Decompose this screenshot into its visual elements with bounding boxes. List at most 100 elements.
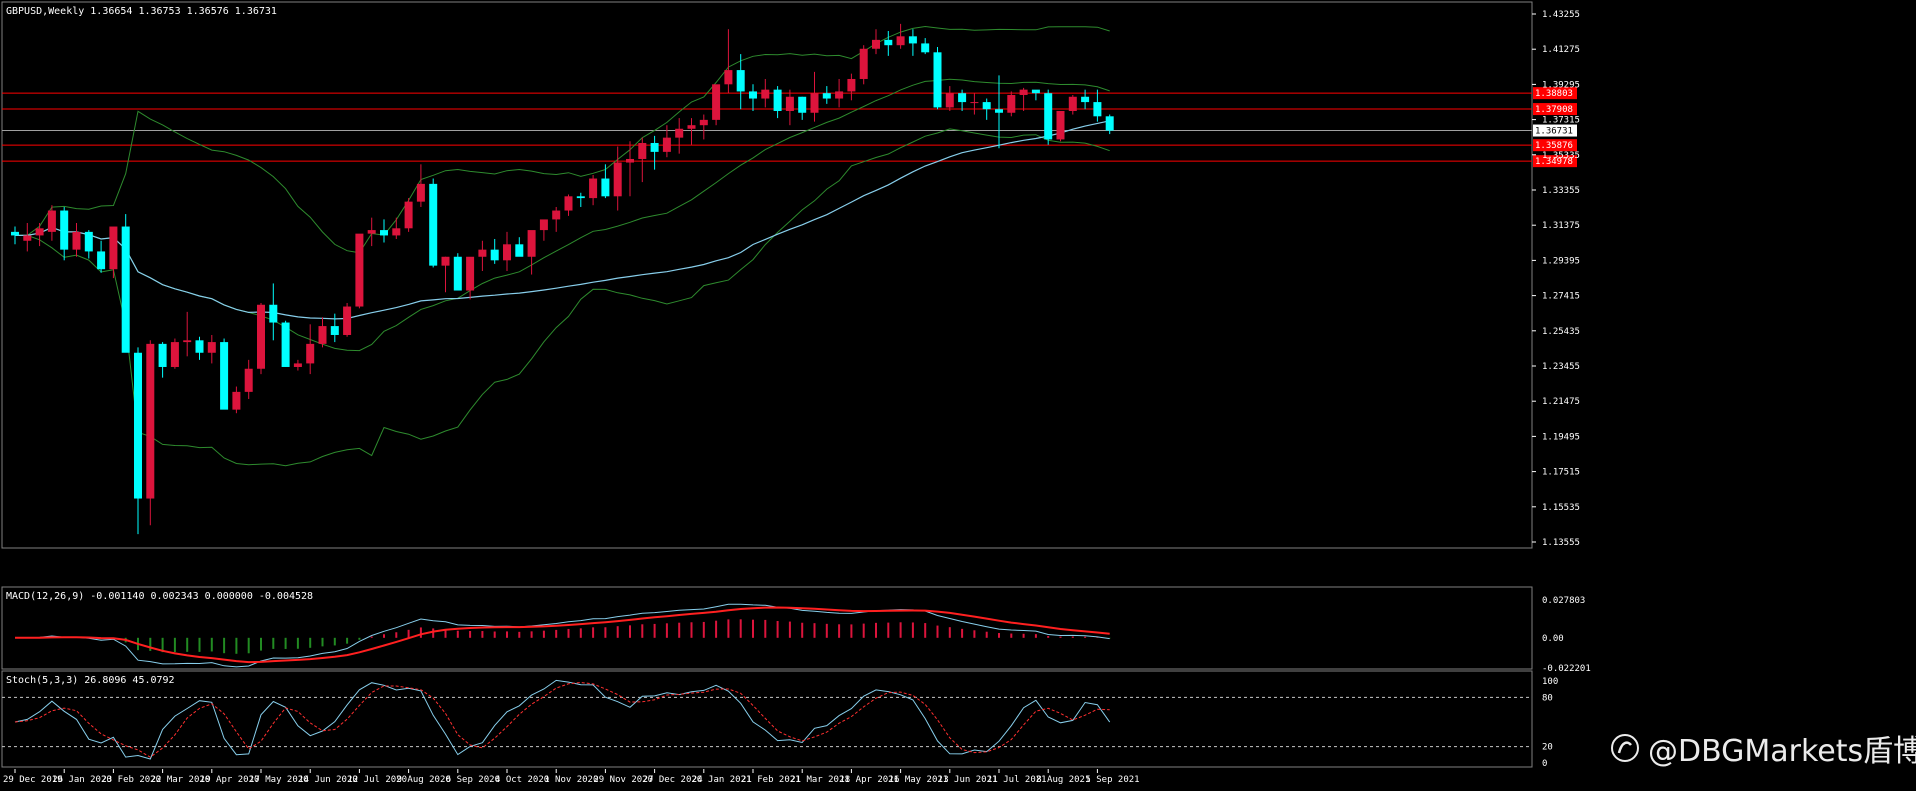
candle [158, 342, 167, 378]
candle-body [847, 78, 856, 92]
stoch-axis: 100 80 20 0 [1542, 677, 1558, 769]
candle [134, 347, 142, 535]
candle-body [318, 326, 327, 344]
candle-body [441, 256, 450, 266]
candle [60, 206, 69, 261]
candle [687, 118, 696, 145]
candle-body [72, 231, 81, 250]
candle-body [822, 93, 831, 99]
price-tick-label: 1.43255 [1542, 10, 1580, 20]
candle [822, 86, 831, 104]
candle [675, 118, 684, 154]
candle [970, 93, 979, 115]
candle-body [945, 93, 954, 108]
candle [1056, 110, 1065, 142]
candle [589, 174, 598, 206]
bollinger-lower [15, 128, 1110, 467]
time-axis: 29 Dec 201926 Jan 202023 Feb 202022 Mar … [3, 769, 1140, 785]
candle-body [687, 125, 696, 129]
candle [662, 125, 671, 158]
candle-body [367, 230, 376, 234]
price-tick-label: 1.19495 [1542, 432, 1580, 442]
price-tick-label: 1.39295 [1542, 80, 1580, 90]
stoch-tick-label: 100 [1542, 677, 1558, 687]
gbpusd-weekly-chart[interactable]: 1.388031.379081.358761.349781.36731 GBPU… [0, 0, 1916, 791]
macd-tick-label: 0.027803 [1542, 596, 1585, 606]
candle [293, 359, 302, 371]
candle-body [293, 363, 302, 367]
candle [908, 29, 917, 56]
candle [699, 114, 708, 140]
stoch-tick-label: 0 [1542, 759, 1547, 769]
candle-body [416, 183, 425, 202]
candle [220, 338, 229, 410]
candle [1068, 94, 1077, 115]
candle-body [982, 102, 991, 110]
candle-body [552, 210, 561, 220]
candle [392, 217, 401, 239]
candle-body [527, 230, 536, 257]
stoch-plot [2, 679, 1532, 760]
candle-body [257, 304, 265, 369]
candle [416, 164, 425, 207]
stoch-main-line [14, 679, 1111, 760]
candle-body [626, 158, 634, 163]
candle [859, 45, 868, 85]
candle [72, 222, 81, 257]
stoch-tick-label: 80 [1542, 693, 1553, 703]
candle-body [1007, 94, 1016, 113]
candle [23, 222, 32, 252]
candle [367, 217, 376, 247]
candle [404, 198, 413, 232]
stoch-label: Stoch(5,3,3) 26.8096 45.0792 [6, 675, 175, 686]
price-tick-label: 1.21475 [1542, 397, 1580, 407]
candle-body [712, 84, 721, 120]
candle [503, 231, 511, 271]
candle-body [859, 48, 868, 79]
candle-body [281, 322, 290, 367]
candle [343, 302, 352, 337]
candle-body [835, 91, 844, 99]
candle-body [785, 96, 794, 111]
candle-body [662, 137, 671, 152]
candle [945, 86, 954, 111]
candle [847, 73, 856, 101]
candle-body [589, 178, 598, 199]
candle-body [958, 93, 967, 103]
candle-body [638, 142, 647, 159]
candle-body [306, 343, 315, 364]
candle-body [724, 70, 733, 85]
time-tick-label: 1 Nov 2020 [544, 775, 598, 785]
candle [441, 256, 450, 293]
candle [121, 214, 130, 353]
candle-body [1056, 110, 1065, 140]
stoch-signal-line [14, 681, 1110, 758]
candle-body [380, 230, 388, 236]
price-tick-label: 1.15535 [1542, 503, 1580, 513]
candle [490, 238, 499, 264]
candle [1007, 91, 1016, 117]
price-tick-label: 1.41275 [1542, 45, 1580, 55]
candle-body [183, 340, 192, 343]
candle-body [195, 340, 204, 353]
candle-body [170, 342, 179, 367]
weibo-logo-icon [1611, 734, 1639, 762]
candle-body [1031, 89, 1040, 94]
candle [207, 334, 216, 364]
candles[interactable] [11, 23, 1114, 535]
level-label: 1.38803 [1535, 89, 1573, 99]
candle-body [798, 96, 807, 113]
candle-body [11, 231, 19, 236]
candle [810, 71, 819, 122]
candle-body [539, 219, 548, 231]
candle [35, 222, 44, 247]
candle-body [121, 226, 130, 353]
macd-tick-label: -0.022201 [1542, 664, 1591, 674]
candle-body [921, 43, 930, 53]
time-tick-label: 5 Sep 2021 [1085, 775, 1139, 785]
macd-main-line [15, 603, 1110, 668]
candle [257, 302, 265, 375]
candle [576, 192, 585, 207]
candle-body [810, 93, 819, 113]
candle [896, 23, 905, 49]
